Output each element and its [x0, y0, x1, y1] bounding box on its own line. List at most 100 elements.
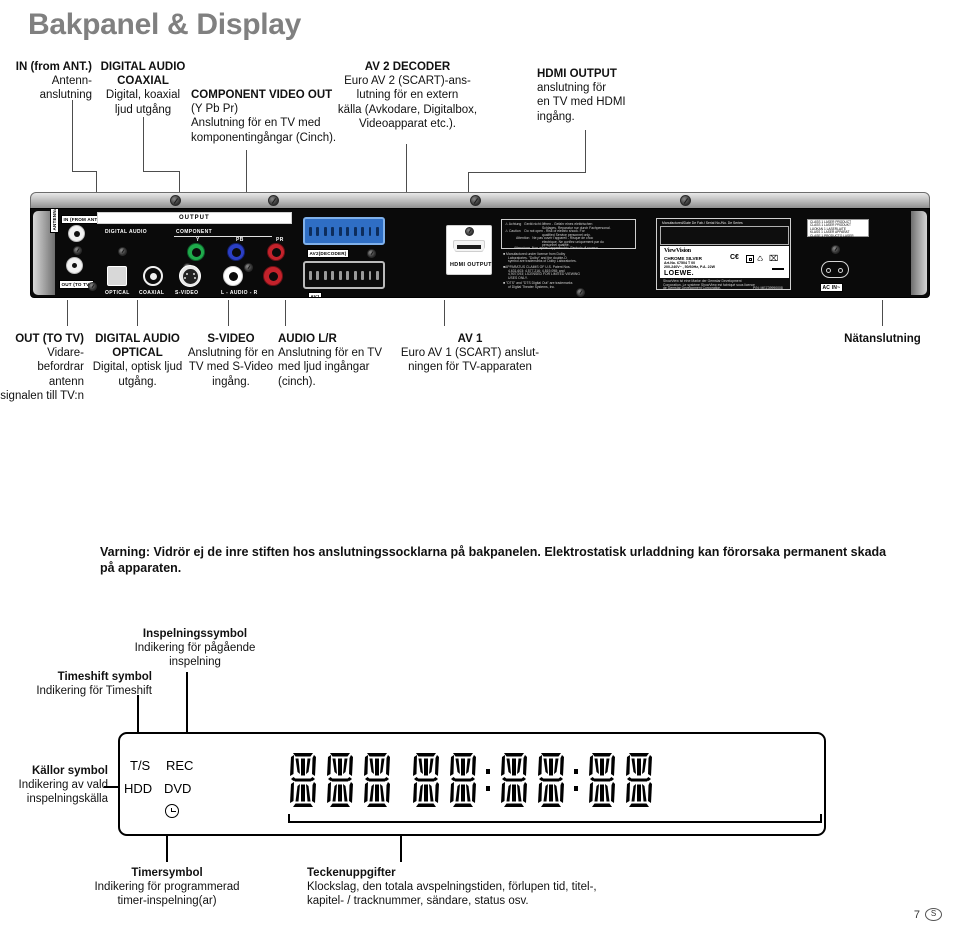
leader-av1	[444, 300, 445, 326]
segment-area-bracket	[288, 814, 822, 823]
rating-serial-box	[660, 226, 789, 245]
callout-hdmi-output: HDMI OUTPUT anslutning för en TV med HDM…	[537, 67, 647, 124]
panel-label-digital-audio: DIGITAL AUDIO	[105, 229, 148, 235]
callout-out-to-tv-line-2: befordrar	[37, 361, 84, 374]
callout-inspelningssymbol-line-1: Indikering för pågående	[134, 642, 256, 655]
segment-digit	[448, 752, 478, 808]
callout-out-to-tv: OUT (TO TV) Vidare- befordrar antenn sig…	[0, 332, 84, 403]
leader-component	[246, 150, 247, 196]
display-indicator-ts: T/S	[130, 758, 151, 773]
panel-label-ac-in: AC IN~	[820, 283, 843, 292]
segment-digit	[325, 752, 355, 808]
segment-digit	[362, 752, 392, 808]
callout-timersymbol-line-2: timer-inspelning(ar)	[117, 895, 217, 908]
rating-maker: LOEWE.	[664, 270, 695, 277]
callout-audio-lr-heading: AUDIO L/R	[278, 333, 337, 345]
laser-class-label: CLASS 1 LASER PRODUCT CLASS 1 LASER PROD…	[807, 219, 869, 238]
panel-label-audio: L - AUDIO - R	[221, 290, 258, 296]
waste-bin-icon: ⌧	[769, 254, 779, 263]
hdmi-output-connector	[453, 240, 485, 252]
callout-timeshift-symbol-heading: Timeshift symbol	[57, 671, 152, 683]
panel-label-optical: OPTICAL	[105, 290, 130, 296]
clock-icon	[165, 804, 179, 818]
callout-av1: AV 1 Euro AV 1 (SCART) anslut- ningen fö…	[390, 332, 550, 375]
panel-label-av1: AV1	[308, 292, 323, 297]
segment-digit	[411, 752, 441, 808]
device-back-panel-image: IN (FROM ANT.) OUT (TO TV) ANTENNA OUTPU…	[30, 192, 930, 300]
rating-label-header: Manufactured/Date De Fab./ Serial No./No…	[662, 220, 743, 225]
chassis-screw	[170, 195, 181, 206]
callout-digital-audio-optical-heading-1: DIGITAL AUDIO	[95, 333, 180, 345]
chassis-screw	[367, 249, 376, 258]
segment-colon	[485, 752, 492, 808]
callout-av1-line-1: Euro AV 1 (SCART) anslut-	[400, 347, 540, 360]
component-y-jack	[187, 243, 205, 261]
callout-digital-audio-coaxial: DIGITAL AUDIO COAXIAL Digital, koaxial l…	[97, 60, 189, 117]
callout-audio-lr-line-3: (cinch).	[278, 375, 316, 388]
language-badge: S	[925, 908, 942, 921]
callout-s-video-line-2: TV med S-Video	[188, 361, 274, 374]
rating-label: Manufactured/Date De Fab./ Serial No./No…	[656, 218, 791, 290]
callout-kallor-symbol-line-1: Indikering av vald	[18, 779, 109, 792]
callout-digital-audio-optical-line-1: Digital, optisk ljud	[92, 361, 183, 374]
callout-digital-audio-optical-line-2: utgång.	[118, 375, 157, 388]
callout-teckenuppgifter-line-1: Klockslag, den totala avspelningstiden, …	[307, 881, 597, 894]
callout-av2-decoder: AV 2 DECODER Euro AV 2 (SCART)-ans- lutn…	[325, 60, 490, 131]
segment-digit	[587, 752, 617, 808]
rating-model: CHROME SILVER	[664, 255, 702, 261]
leader-in-from-ant-h	[72, 171, 96, 172]
leader-s-video	[228, 300, 229, 326]
audio-right-jack	[263, 266, 283, 286]
callout-out-to-tv-line-4: signalen till TV:n	[0, 389, 84, 402]
callout-s-video-line-3: ingång.	[212, 375, 250, 388]
leader-natanslutning	[882, 300, 883, 326]
rating-bar	[772, 268, 784, 270]
panel-label-hdmi-output: HDMI OUTPUT	[450, 262, 492, 268]
callout-teckenuppgifter-line-2: kapitel- / tracknummer, sändare, status …	[307, 895, 529, 908]
callout-digital-audio-coaxial-line-2: ljud utgång	[114, 103, 172, 116]
leader-av2	[406, 144, 407, 196]
callout-audio-lr-line-2: med ljud ingångar	[278, 361, 370, 374]
callout-kallor-symbol: Källor symbol Indikering av vald inspeln…	[0, 764, 109, 807]
callout-kallor-symbol-line-2: inspelningskälla	[26, 793, 108, 806]
callout-teckenuppgifter-heading: Teckenuppgifter	[307, 867, 396, 879]
chassis-screw	[680, 195, 691, 206]
caution-block: ⚠ Achtung Gerät nicht öffnen - Gefahr ei…	[501, 219, 636, 250]
panel-label-component: COMPONENT	[176, 229, 213, 235]
page-number: 7	[913, 908, 920, 921]
ce-mark-icon: C€	[730, 254, 739, 261]
callout-audio-lr-line-1: Anslutning för en TV	[278, 347, 382, 360]
display-indicator-hdd: HDD	[124, 781, 153, 796]
rating-partno: P/N: MEZ39990008	[753, 286, 783, 290]
callout-inspelningssymbol-heading: Inspelningssymbol	[142, 628, 248, 640]
warning-text: Varning: Vidrör ej de inre stiften hos a…	[100, 545, 887, 575]
leader-teckenuppgifter	[400, 836, 402, 862]
callout-av2-decoder-heading: AV 2 DECODER	[364, 61, 451, 73]
audio-left-jack	[223, 266, 243, 286]
callout-digital-audio-coaxial-line-1: Digital, koaxial	[105, 89, 181, 102]
callout-av2-decoder-line-2: lutning för en extern	[356, 89, 459, 102]
rating-power: 200-240V~ , 50/60Hz, P.A. 22W	[664, 265, 715, 269]
laser-line-5: CLASE 1 PRODUCTO LASER	[810, 233, 854, 238]
optical-toslink-jack	[107, 266, 127, 286]
callout-av2-decoder-line-3: källa (Avkodare, Digitalbox,	[337, 103, 478, 116]
chassis-screw	[470, 195, 481, 206]
leader-timersymbol	[166, 836, 168, 862]
segment-colon	[573, 752, 580, 808]
scart-av1-connector	[303, 261, 385, 289]
callout-digital-audio-optical: DIGITAL AUDIO OPTICAL Digital, optisk lj…	[90, 332, 185, 389]
callout-audio-lr: AUDIO L/R Anslutning för en TV med ljud …	[278, 332, 388, 389]
front-display-panel: T/S REC HDD DVD	[118, 732, 826, 836]
rating-footnote-3: de Gemstar Development Corporation.	[663, 286, 722, 290]
chassis-screw	[268, 195, 279, 206]
callout-digital-audio-coaxial-heading-2: COAXIAL	[117, 75, 169, 88]
chassis-screw	[465, 227, 474, 236]
panel-label-output: OUTPUT	[179, 215, 210, 221]
callout-out-to-tv-heading: OUT (TO TV)	[15, 333, 84, 345]
page-footer: 7 S	[914, 908, 942, 921]
page-title: Bakpanel & Display	[28, 8, 302, 41]
callout-timeshift-symbol: Timeshift symbol Indikering för Timeshif…	[0, 670, 152, 698]
callout-inspelningssymbol: Inspelningssymbol Indikering för pågåend…	[110, 627, 280, 670]
leader-audio-lr	[285, 300, 286, 326]
callout-kallor-symbol-heading: Källor symbol	[31, 765, 108, 777]
